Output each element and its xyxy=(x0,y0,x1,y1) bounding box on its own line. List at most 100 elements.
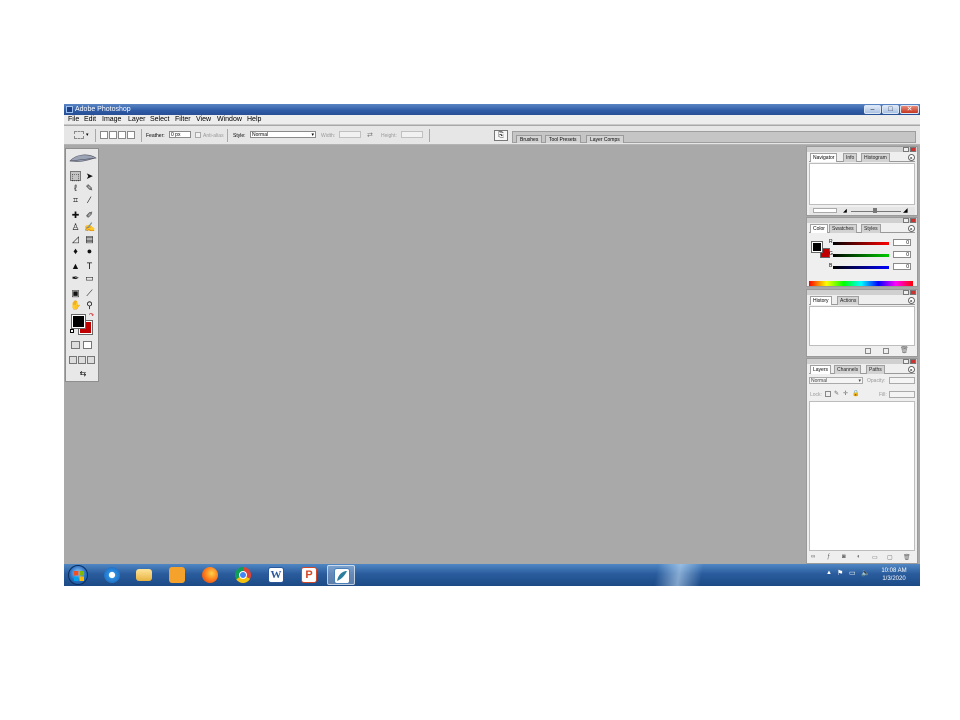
foreground-color-swatch[interactable] xyxy=(72,315,85,328)
layer-mask-icon[interactable]: ◙ xyxy=(842,554,846,560)
tab-info[interactable]: Info xyxy=(843,153,858,162)
red-value-input[interactable]: 0 xyxy=(893,239,911,246)
link-layers-icon[interactable]: ∞ xyxy=(811,554,815,560)
panel-minimize-button[interactable] xyxy=(903,147,909,152)
pen-tool-icon[interactable]: ✒ xyxy=(70,273,81,283)
brush-tool-icon[interactable]: ✐ xyxy=(84,210,95,220)
gradient-tool-icon[interactable]: ▤ xyxy=(84,234,95,244)
notes-tool-icon[interactable]: ▣ xyxy=(70,288,81,298)
preset-dropdown-arrow-icon[interactable]: ▾ xyxy=(86,132,89,138)
zoom-out-icon[interactable]: ◢ xyxy=(843,208,847,214)
well-tab-layer-comps[interactable]: Layer Comps xyxy=(586,135,624,143)
blue-value-input[interactable]: 0 xyxy=(893,263,911,270)
history-brush-tool-icon[interactable]: ✍ xyxy=(84,222,95,232)
zoom-in-icon[interactable]: ◢ xyxy=(903,207,908,214)
zoom-field[interactable] xyxy=(813,208,837,213)
tab-swatches[interactable]: Swatches xyxy=(829,224,857,233)
lasso-tool-icon[interactable]: ℓ xyxy=(70,183,81,193)
menu-filter[interactable]: Filter xyxy=(175,115,191,125)
swap-colors-icon[interactable]: ↷ xyxy=(89,312,94,319)
menu-window[interactable]: Window xyxy=(217,115,242,125)
quick-mask-mode-icon[interactable] xyxy=(83,341,92,349)
tab-actions[interactable]: Actions xyxy=(837,296,860,305)
eraser-tool-icon[interactable]: ◿ xyxy=(70,234,81,244)
panel-menu-icon[interactable]: ▸ xyxy=(908,225,915,232)
standard-screen-mode-icon[interactable] xyxy=(69,356,77,364)
eyedropper-tool-icon[interactable]: ⟋ xyxy=(84,288,95,298)
green-value-input[interactable]: 0 xyxy=(893,251,911,258)
panel-close-button[interactable] xyxy=(910,218,916,223)
panel-minimize-button[interactable] xyxy=(903,290,909,295)
style-select[interactable]: Normal ▾ xyxy=(250,131,316,138)
menu-edit[interactable]: Edit xyxy=(84,115,96,125)
new-layer-icon[interactable]: ▢ xyxy=(887,554,893,561)
path-selection-tool-icon[interactable]: ▲ xyxy=(70,261,81,271)
clock-time[interactable]: 10:08 AM xyxy=(876,568,912,574)
dodge-tool-icon[interactable]: ● xyxy=(84,246,95,256)
tab-histogram[interactable]: Histogram xyxy=(861,153,890,162)
rect-marquee-preset-icon[interactable] xyxy=(74,131,84,139)
move-tool-icon[interactable]: ➤ xyxy=(84,171,95,181)
panel-minimize-button[interactable] xyxy=(903,359,909,364)
rectangle-shape-tool-icon[interactable]: ▭ xyxy=(84,273,95,283)
menu-view[interactable]: View xyxy=(196,115,211,125)
adjustment-layer-icon[interactable]: ◐ xyxy=(857,554,861,560)
lock-all-icon[interactable]: 🔒 xyxy=(852,390,859,397)
panel-close-button[interactable] xyxy=(910,147,916,152)
full-screen-menu-mode-icon[interactable] xyxy=(78,356,86,364)
well-tab-brushes[interactable]: Brushes xyxy=(516,135,543,143)
panel-menu-icon[interactable]: ▸ xyxy=(908,154,915,161)
tab-styles[interactable]: Styles xyxy=(861,224,881,233)
panel-close-button[interactable] xyxy=(910,290,916,295)
rect-marquee-tool-icon[interactable]: ⬚ xyxy=(70,171,81,182)
clone-stamp-tool-icon[interactable]: ♙ xyxy=(70,222,81,232)
tab-navigator[interactable]: Navigator xyxy=(810,153,838,162)
lock-position-icon[interactable]: ✛ xyxy=(843,390,848,397)
tab-history[interactable]: History xyxy=(810,296,832,305)
taskbar-media-player[interactable] xyxy=(163,565,191,585)
panel-minimize-button[interactable] xyxy=(903,218,909,223)
green-slider[interactable] xyxy=(833,254,889,257)
blur-tool-icon[interactable]: ♦ xyxy=(70,246,81,256)
antialias-checkbox[interactable] xyxy=(195,132,201,138)
new-selection-icon[interactable] xyxy=(100,131,108,139)
blue-slider[interactable] xyxy=(833,266,889,269)
lock-image-icon[interactable]: ✎ xyxy=(834,390,839,397)
opacity-input[interactable] xyxy=(889,377,915,384)
width-input[interactable] xyxy=(339,131,361,138)
volume-icon[interactable]: 🔈 xyxy=(861,569,870,577)
taskbar-firefox[interactable] xyxy=(196,565,224,585)
lock-transparency-icon[interactable] xyxy=(825,391,831,397)
intersect-selection-icon[interactable] xyxy=(127,131,135,139)
feather-input[interactable]: 0 px xyxy=(169,131,191,138)
zoom-tool-icon[interactable]: ⚲ xyxy=(84,300,95,310)
tab-paths[interactable]: Paths xyxy=(866,365,885,374)
menu-help[interactable]: Help xyxy=(247,115,261,125)
color-foreground-swatch[interactable] xyxy=(812,242,822,252)
taskbar-file-explorer[interactable] xyxy=(130,565,158,585)
trash-icon[interactable]: 🗑 xyxy=(900,346,909,354)
panel-menu-icon[interactable]: ▸ xyxy=(908,297,915,304)
standard-mode-icon[interactable] xyxy=(71,341,80,349)
photoshop-feather-icon[interactable] xyxy=(68,152,98,166)
tab-channels[interactable]: Channels xyxy=(834,365,862,374)
show-hidden-icons-icon[interactable]: ▲ xyxy=(826,570,832,576)
minimize-button[interactable]: – xyxy=(864,105,881,114)
menu-select[interactable]: Select xyxy=(150,115,169,125)
full-screen-mode-icon[interactable] xyxy=(87,356,95,364)
clock-date[interactable]: 1/3/2020 xyxy=(876,576,912,582)
close-button[interactable]: ✕ xyxy=(900,105,919,114)
file-browser-icon[interactable]: ⎘ xyxy=(494,130,508,141)
magic-wand-tool-icon[interactable]: ✎ xyxy=(84,183,95,193)
layer-style-icon[interactable]: ƒ xyxy=(827,554,830,560)
taskbar-photoshop[interactable] xyxy=(327,565,355,585)
trash-icon[interactable]: 🗑 xyxy=(903,554,911,561)
tab-layers[interactable]: Layers xyxy=(810,365,832,374)
subtract-from-selection-icon[interactable] xyxy=(118,131,126,139)
new-document-from-state-icon[interactable] xyxy=(865,348,871,354)
hand-tool-icon[interactable]: ✋ xyxy=(70,300,81,310)
new-group-icon[interactable]: ▭ xyxy=(872,554,878,561)
tab-color[interactable]: Color xyxy=(810,224,828,233)
taskbar-chrome[interactable] xyxy=(229,565,257,585)
color-spectrum-bar[interactable] xyxy=(809,281,913,286)
